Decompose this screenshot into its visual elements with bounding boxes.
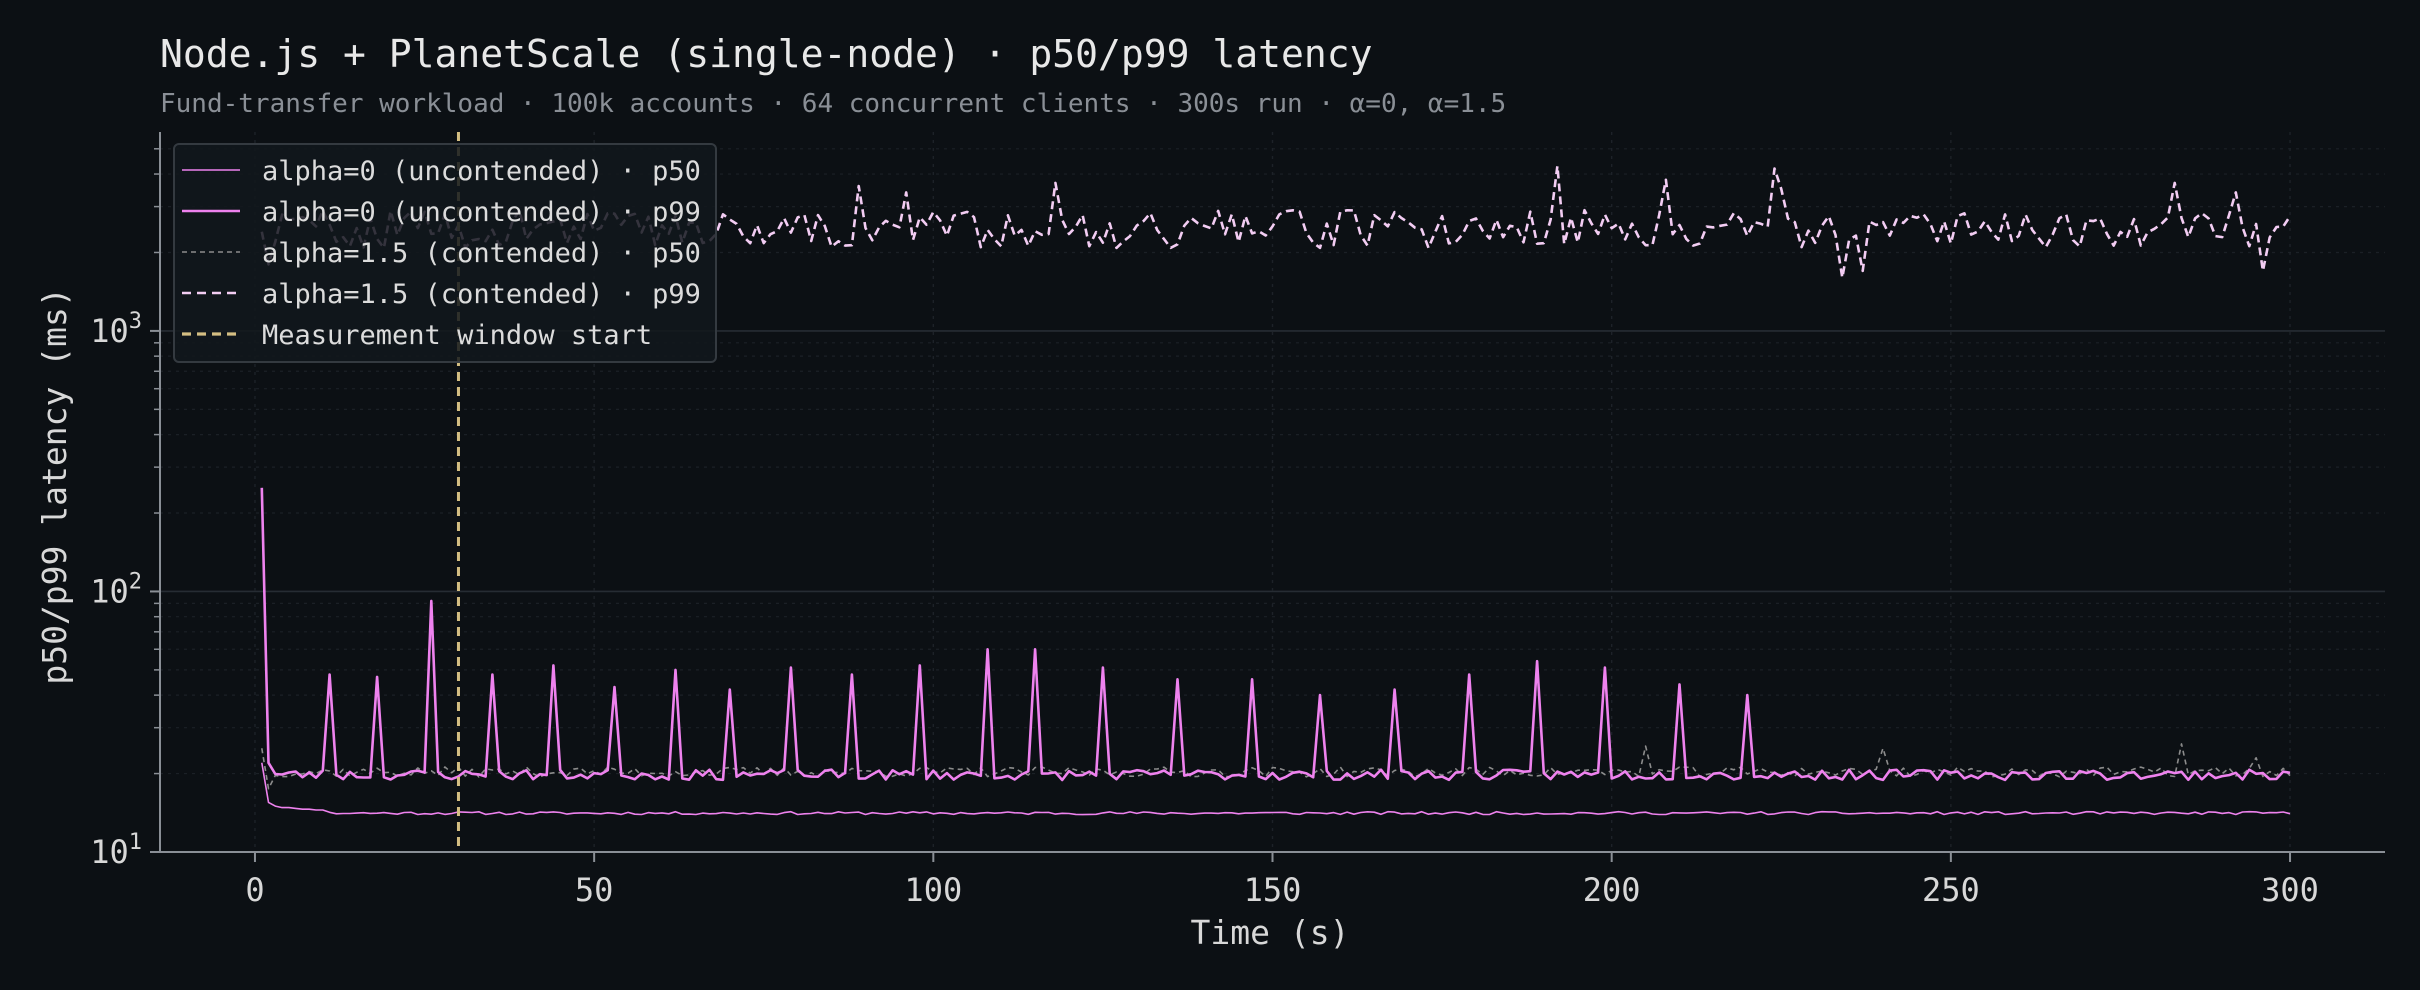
x-tick-label: 100 <box>904 871 962 909</box>
y-tick-label: 103 <box>90 309 142 350</box>
x-tick-label: 50 <box>575 871 614 909</box>
y-tick-exponent: 1 <box>129 830 142 855</box>
legend-label-alpha0-p50: alpha=0 (uncontended) · p50 <box>262 156 701 187</box>
x-tick-label: 200 <box>1583 871 1641 909</box>
x-tick-label: 300 <box>2261 871 2319 909</box>
legend-label-alpha0-p99: alpha=0 (uncontended) · p99 <box>262 197 701 228</box>
y-axis-label: p50/p99 latency (ms) <box>35 287 74 684</box>
legend-label-alpha15-p50: alpha=1.5 (contended) · p50 <box>262 238 701 269</box>
y-tick-label: 101 <box>90 830 142 871</box>
x-tick-label: 150 <box>1244 871 1302 909</box>
series-line-2 <box>261 743 2291 790</box>
chart-title: Node.js + PlanetScale (single-node) · p5… <box>160 32 1373 76</box>
x-tick-label: 0 <box>245 871 264 909</box>
legend-label-alpha15-p99: alpha=1.5 (contended) · p99 <box>262 279 701 310</box>
legend: alpha=0 (uncontended) · p50 alpha=0 (unc… <box>173 143 717 363</box>
chart: Node.js + PlanetScale (single-node) · p5… <box>35 32 2385 952</box>
x-axis-label: Time (s) <box>1191 913 1350 952</box>
series-line-1 <box>260 487 2291 782</box>
y-tick-exponent: 2 <box>129 569 142 594</box>
y-tick-label: 102 <box>90 569 142 610</box>
legend-label-measurement-window: Measurement window start <box>262 320 652 351</box>
y-tick-exponent: 3 <box>129 309 142 334</box>
series-line-0 <box>261 762 2291 816</box>
x-tick-label: 250 <box>1922 871 1980 909</box>
chart-subtitle: Fund-transfer workload · 100k accounts ·… <box>160 89 1506 119</box>
